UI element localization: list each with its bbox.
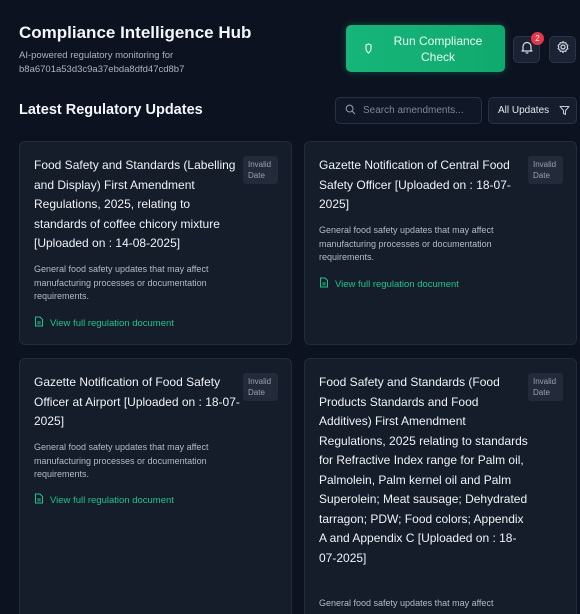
search-box xyxy=(335,97,482,124)
filter-dropdown[interactable]: All Updates xyxy=(488,97,577,124)
page-subtitle: AI-powered regulatory monitoring for b8a… xyxy=(19,50,185,75)
view-document-link[interactable]: View full regulation document xyxy=(34,493,174,507)
page-title: Compliance Intelligence Hub xyxy=(19,23,252,42)
gear-icon xyxy=(556,40,570,59)
notification-badge: 2 xyxy=(531,32,544,45)
view-document-label: View full regulation document xyxy=(50,317,174,329)
header: Compliance Intelligence Hub AI-powered r… xyxy=(0,0,580,90)
regulation-card: Food Safety and Standards (Food Products… xyxy=(304,358,577,614)
view-document-link[interactable]: View full regulation document xyxy=(34,316,174,330)
settings-button[interactable] xyxy=(549,36,576,63)
regulation-card: Gazette Notification of Food Safety Offi… xyxy=(19,358,292,614)
document-icon xyxy=(34,316,44,330)
card-title: Gazette Notification of Food Safety Offi… xyxy=(34,375,240,428)
card-date-badge: Invalid Date xyxy=(243,156,278,184)
search-input[interactable] xyxy=(363,105,475,116)
regulation-card: Food Safety and Standards (Labelling and… xyxy=(19,141,292,345)
card-description: General food safety updates that may aff… xyxy=(319,598,494,608)
card-date-badge: Invalid Date xyxy=(528,373,563,401)
document-icon xyxy=(319,277,329,291)
filter-label: All Updates xyxy=(498,105,550,116)
search-icon xyxy=(345,102,356,120)
run-compliance-check-label: Run Compliance Check xyxy=(393,33,483,64)
card-date-badge: Invalid Date xyxy=(528,156,563,184)
regulation-card: Gazette Notification of Central Food Saf… xyxy=(304,141,577,345)
bell-icon xyxy=(520,40,534,59)
card-date-badge: Invalid Date xyxy=(243,373,278,401)
card-title: Food Safety and Standards (Food Products… xyxy=(319,375,528,565)
card-title: Gazette Notification of Central Food Saf… xyxy=(319,158,511,211)
shield-icon xyxy=(362,43,374,54)
view-document-label: View full regulation document xyxy=(335,278,459,290)
card-description: General food safety updates that may aff… xyxy=(34,264,209,301)
run-compliance-check-button[interactable]: Run Compliance Check xyxy=(346,25,505,72)
document-icon xyxy=(34,493,44,507)
card-title: Food Safety and Standards (Labelling and… xyxy=(34,158,236,250)
card-description: General food safety updates that may aff… xyxy=(34,442,209,479)
view-document-link[interactable]: View full regulation document xyxy=(319,277,459,291)
card-description: General food safety updates that may aff… xyxy=(319,225,494,262)
view-document-label: View full regulation document xyxy=(50,494,174,506)
section-title: Latest Regulatory Updates xyxy=(19,102,203,118)
filter-icon xyxy=(559,105,570,116)
